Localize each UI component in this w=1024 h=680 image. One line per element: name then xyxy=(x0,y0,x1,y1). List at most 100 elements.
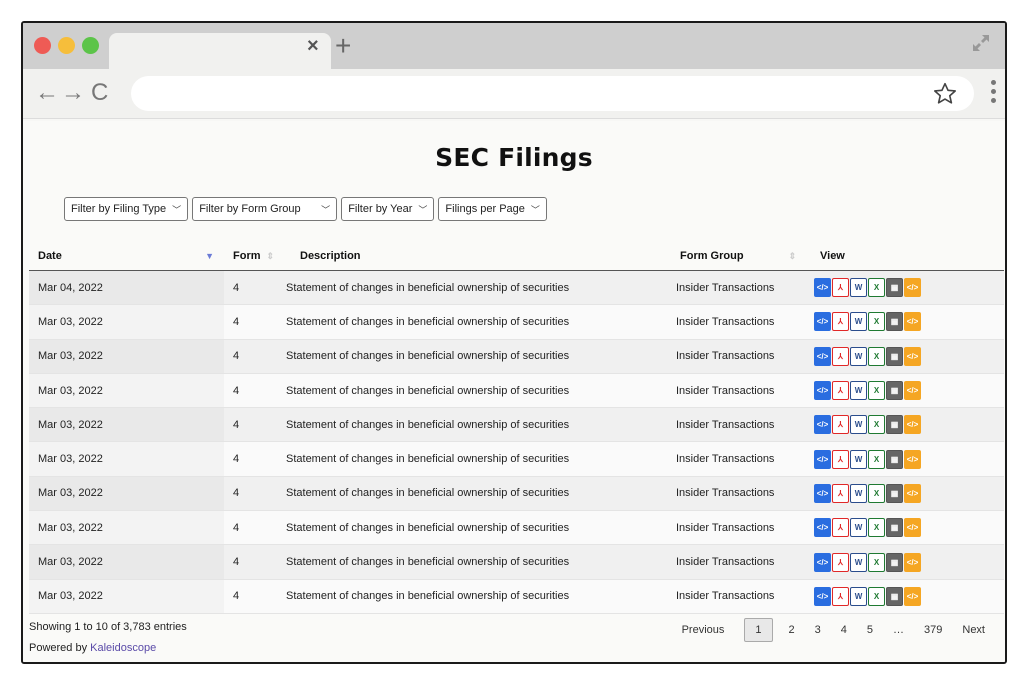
next-page-button[interactable]: Next xyxy=(952,618,995,642)
word-file-icon[interactable]: W xyxy=(850,449,867,469)
html-file-icon[interactable]: </> xyxy=(814,483,831,503)
html-file-icon[interactable]: </> xyxy=(814,312,831,332)
filter-filing-type-select[interactable]: Filter by Filing Type ﹀ xyxy=(64,197,189,221)
pdf-file-icon[interactable]: ⅄ xyxy=(832,278,849,298)
word-file-icon[interactable]: W xyxy=(850,586,867,606)
excel-file-icon[interactable]: X xyxy=(868,415,885,435)
xml-file-icon[interactable]: </> xyxy=(904,346,921,366)
page-button[interactable]: 5 xyxy=(857,618,883,642)
xbrl-file-icon[interactable]: ▦ xyxy=(886,346,903,366)
page-button[interactable]: 2 xyxy=(779,618,805,642)
reload-icon[interactable]: C xyxy=(91,78,108,108)
html-file-icon[interactable]: </> xyxy=(814,552,831,572)
xml-file-icon[interactable]: </> xyxy=(904,415,921,435)
html-file-icon[interactable]: </> xyxy=(814,449,831,469)
html-file-icon[interactable]: </> xyxy=(814,278,831,298)
cell-form: 4 xyxy=(233,453,240,466)
word-file-icon[interactable]: W xyxy=(850,518,867,538)
table-row[interactable]: Mar 03, 2022 4 Statement of changes in ben… xyxy=(29,545,1004,580)
table-row[interactable]: Mar 03, 2022 4 Statement of changes in ben… xyxy=(29,305,1004,340)
previous-page-button[interactable]: Previous xyxy=(672,618,735,642)
page-button[interactable]: 379 xyxy=(914,618,952,642)
xml-file-icon[interactable]: </> xyxy=(904,312,921,332)
kaleidoscope-link[interactable]: Kaleidoscope xyxy=(90,642,156,654)
html-file-icon[interactable]: </> xyxy=(814,415,831,435)
xbrl-file-icon[interactable]: ▦ xyxy=(886,381,903,401)
pdf-file-icon[interactable]: ⅄ xyxy=(832,312,849,332)
table-row[interactable]: Mar 03, 2022 4 Statement of changes in ben… xyxy=(29,511,1004,546)
page-button[interactable]: 4 xyxy=(831,618,857,642)
bookmark-star-icon[interactable] xyxy=(932,81,958,107)
address-bar[interactable] xyxy=(131,76,974,111)
xbrl-file-icon[interactable]: ▦ xyxy=(886,449,903,469)
table-row[interactable]: Mar 03, 2022 4 Statement of changes in ben… xyxy=(29,408,1004,443)
back-arrow-icon[interactable]: ← xyxy=(35,78,59,108)
word-file-icon[interactable]: W xyxy=(850,415,867,435)
xbrl-file-icon[interactable]: ▦ xyxy=(886,483,903,503)
excel-file-icon[interactable]: X xyxy=(868,312,885,332)
html-file-icon[interactable]: </> xyxy=(814,381,831,401)
xml-file-icon[interactable]: </> xyxy=(904,483,921,503)
column-header-form[interactable]: Form ⇕ xyxy=(224,250,282,262)
word-file-icon[interactable]: W xyxy=(850,312,867,332)
pdf-file-icon[interactable]: ⅄ xyxy=(832,415,849,435)
xml-file-icon[interactable]: </> xyxy=(904,586,921,606)
xml-file-icon[interactable]: </> xyxy=(904,552,921,572)
excel-file-icon[interactable]: X xyxy=(868,449,885,469)
maximize-window-button[interactable] xyxy=(82,37,99,54)
browser-tab[interactable] xyxy=(109,33,331,69)
table-row[interactable]: Mar 03, 2022 4 Statement of changes in ben… xyxy=(29,476,1004,512)
pdf-file-icon[interactable]: ⅄ xyxy=(832,483,849,503)
browser-menu-icon[interactable] xyxy=(989,77,997,111)
tab-close-icon[interactable]: × xyxy=(307,36,319,56)
word-file-icon[interactable]: W xyxy=(850,381,867,401)
word-file-icon[interactable]: W xyxy=(850,483,867,503)
new-tab-icon[interactable]: + xyxy=(335,32,351,60)
excel-file-icon[interactable]: X xyxy=(868,483,885,503)
minimize-window-button[interactable] xyxy=(58,37,75,54)
xbrl-file-icon[interactable]: ▦ xyxy=(886,552,903,572)
excel-file-icon[interactable]: X xyxy=(868,552,885,572)
word-file-icon[interactable]: W xyxy=(850,346,867,366)
column-header-date[interactable]: Date ▼ xyxy=(29,241,224,270)
excel-file-icon[interactable]: X xyxy=(868,381,885,401)
excel-file-icon[interactable]: X xyxy=(868,278,885,298)
table-row[interactable]: Mar 04, 2022 4 Statement of changes in ben… xyxy=(29,271,1004,306)
table-row[interactable]: Mar 03, 2022 4 Statement of changes in ben… xyxy=(29,579,1004,614)
word-file-icon[interactable]: W xyxy=(850,552,867,572)
html-file-icon[interactable]: </> xyxy=(814,518,831,538)
xml-file-icon[interactable]: </> xyxy=(904,518,921,538)
html-file-icon[interactable]: </> xyxy=(814,586,831,606)
table-row[interactable]: Mar 03, 2022 4 Statement of changes in ben… xyxy=(29,442,1004,477)
xbrl-file-icon[interactable]: ▦ xyxy=(886,518,903,538)
table-row[interactable]: Mar 03, 2022 4 Statement of changes in ben… xyxy=(29,373,1004,409)
filter-year-select[interactable]: Filter by Year ﹀ xyxy=(341,197,435,221)
excel-file-icon[interactable]: X xyxy=(868,346,885,366)
word-file-icon[interactable]: W xyxy=(850,278,867,298)
pdf-file-icon[interactable]: ⅄ xyxy=(832,449,849,469)
excel-file-icon[interactable]: X xyxy=(868,518,885,538)
expand-icon[interactable] xyxy=(969,31,993,55)
xml-file-icon[interactable]: </> xyxy=(904,449,921,469)
close-window-button[interactable] xyxy=(34,37,51,54)
filings-per-page-select[interactable]: Filings per Page ﹀ xyxy=(438,197,547,221)
table-row[interactable]: Mar 03, 2022 4 Statement of changes in ben… xyxy=(29,339,1004,374)
xbrl-file-icon[interactable]: ▦ xyxy=(886,312,903,332)
pdf-file-icon[interactable]: ⅄ xyxy=(832,346,849,366)
html-file-icon[interactable]: </> xyxy=(814,346,831,366)
xbrl-file-icon[interactable]: ▦ xyxy=(886,586,903,606)
xbrl-file-icon[interactable]: ▦ xyxy=(886,415,903,435)
forward-arrow-icon[interactable]: → xyxy=(61,78,85,108)
xml-file-icon[interactable]: </> xyxy=(904,278,921,298)
pdf-file-icon[interactable]: ⅄ xyxy=(832,518,849,538)
excel-file-icon[interactable]: X xyxy=(868,586,885,606)
filter-form-group-select[interactable]: Filter by Form Group ﹀ xyxy=(192,197,338,221)
page-button[interactable]: 3 xyxy=(805,618,831,642)
xml-file-icon[interactable]: </> xyxy=(904,381,921,401)
page-button[interactable]: 1 xyxy=(744,618,773,642)
column-header-form-group[interactable]: Form Group ⇕ xyxy=(670,250,810,262)
pdf-file-icon[interactable]: ⅄ xyxy=(832,552,849,572)
pdf-file-icon[interactable]: ⅄ xyxy=(832,586,849,606)
xbrl-file-icon[interactable]: ▦ xyxy=(886,278,903,298)
pdf-file-icon[interactable]: ⅄ xyxy=(832,381,849,401)
